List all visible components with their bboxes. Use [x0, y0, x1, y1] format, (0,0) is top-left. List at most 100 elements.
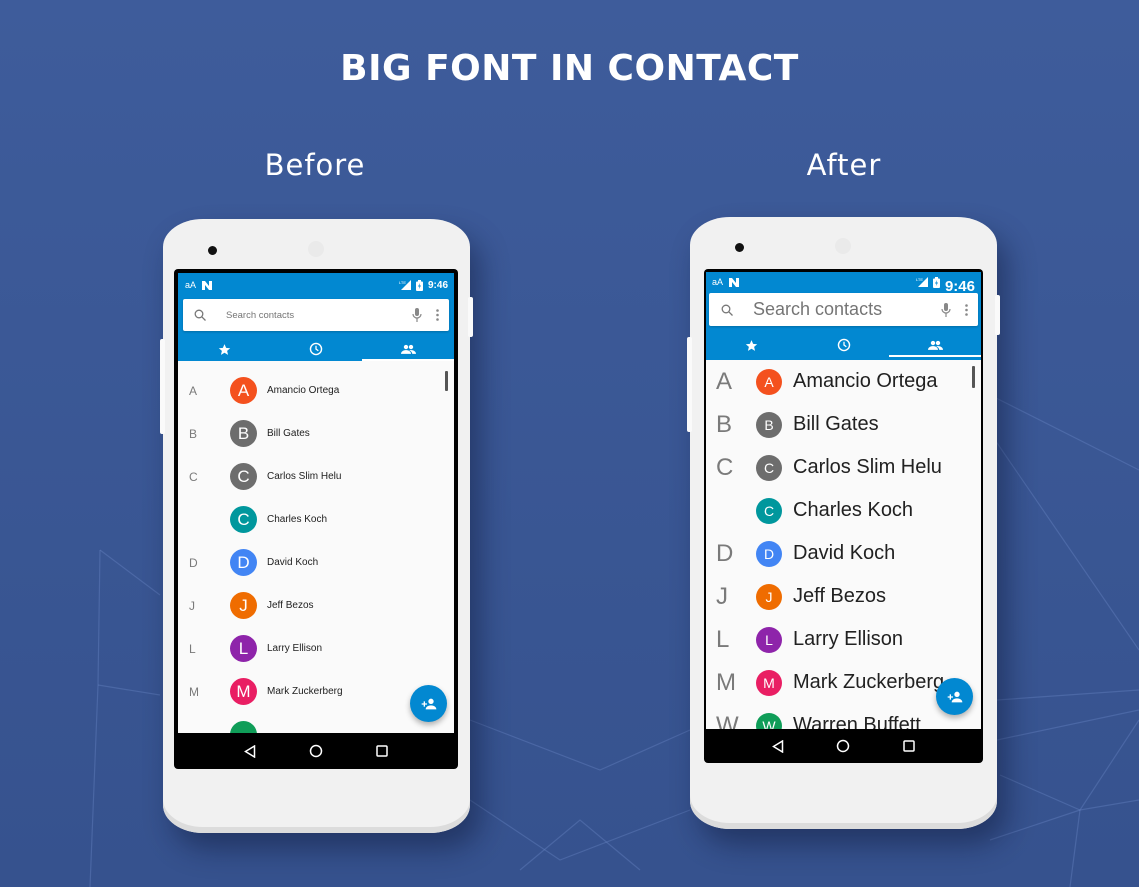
- earpiece-speaker: [835, 238, 851, 254]
- section-letter: D: [716, 539, 734, 567]
- section-letter: B: [716, 410, 733, 438]
- add-person-icon: [421, 698, 437, 710]
- system-nav-bar: [706, 729, 981, 763]
- add-person-icon: [947, 691, 963, 703]
- tab-favorites[interactable]: [706, 333, 798, 357]
- contact-row[interactable]: B B Bill Gates: [178, 412, 454, 455]
- contact-name: Carlos Slim Helu: [267, 471, 342, 482]
- tab-recents[interactable]: [270, 337, 362, 361]
- contact-name: Larry Ellison: [267, 643, 323, 654]
- avatar: J: [756, 583, 782, 610]
- section-letter: L: [716, 625, 730, 653]
- app-bar: aA LTE 9:46 Search contacts: [178, 273, 454, 361]
- add-contact-button[interactable]: [410, 685, 447, 722]
- avatar: D: [230, 549, 257, 576]
- mic-icon[interactable]: [941, 302, 951, 317]
- contact-row[interactable]: C Charles Koch: [706, 489, 981, 532]
- contact-row[interactable]: D D David Koch: [706, 532, 981, 575]
- search-contacts-input[interactable]: Search contacts: [183, 299, 449, 331]
- contact-name: Charles Koch: [793, 499, 914, 521]
- clock-icon: [309, 342, 323, 356]
- lte-signal-icon: LTE: [399, 280, 411, 290]
- avatar: L: [230, 635, 257, 662]
- status-bar: aA LTE 9:46: [178, 273, 454, 297]
- scrollbar-thumb[interactable]: [445, 371, 448, 391]
- avatar: B: [756, 411, 782, 438]
- lte-signal-icon: LTE: [916, 277, 928, 287]
- contact-name: Mark Zuckerberg: [267, 686, 343, 697]
- phone-before: aA LTE 9:46 Search contacts A A Amancio …: [160, 219, 473, 833]
- tab-recents[interactable]: [798, 333, 890, 357]
- contact-name: Carlos Slim Helu: [793, 456, 942, 478]
- earpiece-speaker: [308, 241, 324, 257]
- add-contact-button[interactable]: [936, 678, 973, 715]
- power-button: [995, 295, 1000, 335]
- contact-row[interactable]: L L Larry Ellison: [178, 627, 454, 670]
- contact-name: Bill Gates: [267, 428, 310, 439]
- search-contacts-input[interactable]: Search contacts: [709, 293, 978, 326]
- section-letter: D: [189, 555, 198, 570]
- page-headline: BIG FONT IN CONTACT: [340, 48, 799, 89]
- svg-text:LTE: LTE: [399, 280, 406, 285]
- front-camera: [735, 243, 744, 252]
- avatar: C: [756, 454, 782, 481]
- contact-name: David Koch: [793, 542, 896, 564]
- contact-row[interactable]: A A Amancio Ortega: [706, 360, 981, 403]
- contact-row[interactable]: C C Carlos Slim Helu: [706, 446, 981, 489]
- system-nav-bar: [178, 733, 454, 769]
- contact-row[interactable]: A A Amancio Ortega: [178, 369, 454, 412]
- battery-charging-icon: [932, 276, 940, 288]
- tab-bar: [178, 337, 454, 361]
- back-icon[interactable]: [244, 744, 256, 758]
- section-letter: A: [189, 383, 198, 398]
- back-icon[interactable]: [772, 739, 784, 753]
- n-icon: [729, 277, 740, 287]
- star-icon: [745, 339, 758, 352]
- section-letter: C: [716, 453, 734, 481]
- avatar: A: [756, 368, 782, 395]
- mic-icon[interactable]: [412, 308, 422, 322]
- contact-row[interactable]: J J Jeff Bezos: [178, 584, 454, 627]
- contact-name: Amancio Ortega: [793, 370, 938, 392]
- section-letter: M: [716, 668, 736, 696]
- section-letter: M: [189, 684, 199, 699]
- after-label: After: [806, 148, 882, 182]
- phone-screen: aA LTE 9:46 Search contacts A A Amancio …: [704, 269, 983, 763]
- section-letter: C: [189, 469, 198, 484]
- n-icon: [202, 280, 213, 290]
- app-bar: aA LTE 9:46 Search contacts: [706, 272, 981, 360]
- contact-row[interactable]: C Charles Koch: [178, 498, 454, 541]
- avatar: D: [756, 540, 782, 567]
- section-letter: B: [189, 426, 198, 441]
- tab-contacts[interactable]: [362, 337, 454, 361]
- power-button: [468, 297, 473, 337]
- avatar: M: [230, 678, 257, 705]
- contact-row[interactable]: L L Larry Ellison: [706, 618, 981, 661]
- search-icon: [721, 304, 733, 316]
- search-placeholder: Search contacts: [753, 299, 883, 319]
- contact-row[interactable]: B B Bill Gates: [706, 403, 981, 446]
- avatar: C: [756, 497, 782, 524]
- recents-icon[interactable]: [903, 740, 915, 752]
- contact-name: Amancio Ortega: [267, 385, 340, 396]
- section-letter: A: [716, 367, 733, 395]
- people-icon: [400, 344, 416, 355]
- contact-name: Charles Koch: [267, 514, 328, 525]
- recents-icon[interactable]: [375, 745, 388, 757]
- more-vert-icon[interactable]: [436, 309, 439, 321]
- people-icon: [927, 340, 943, 351]
- tab-contacts[interactable]: [889, 333, 981, 357]
- tab-favorites[interactable]: [178, 337, 270, 361]
- more-vert-icon[interactable]: [965, 303, 968, 316]
- section-letter: J: [716, 582, 728, 610]
- scrollbar-thumb[interactable]: [972, 366, 975, 388]
- star-icon: [218, 343, 231, 356]
- contact-row[interactable]: J J Jeff Bezos: [706, 575, 981, 618]
- home-icon[interactable]: [836, 739, 850, 753]
- contact-row[interactable]: D D David Koch: [178, 541, 454, 584]
- avatar: L: [756, 626, 782, 653]
- avatar: J: [230, 592, 257, 619]
- contact-row[interactable]: C C Carlos Slim Helu: [178, 455, 454, 498]
- status-time: 9:46: [427, 279, 448, 291]
- home-icon[interactable]: [309, 744, 323, 758]
